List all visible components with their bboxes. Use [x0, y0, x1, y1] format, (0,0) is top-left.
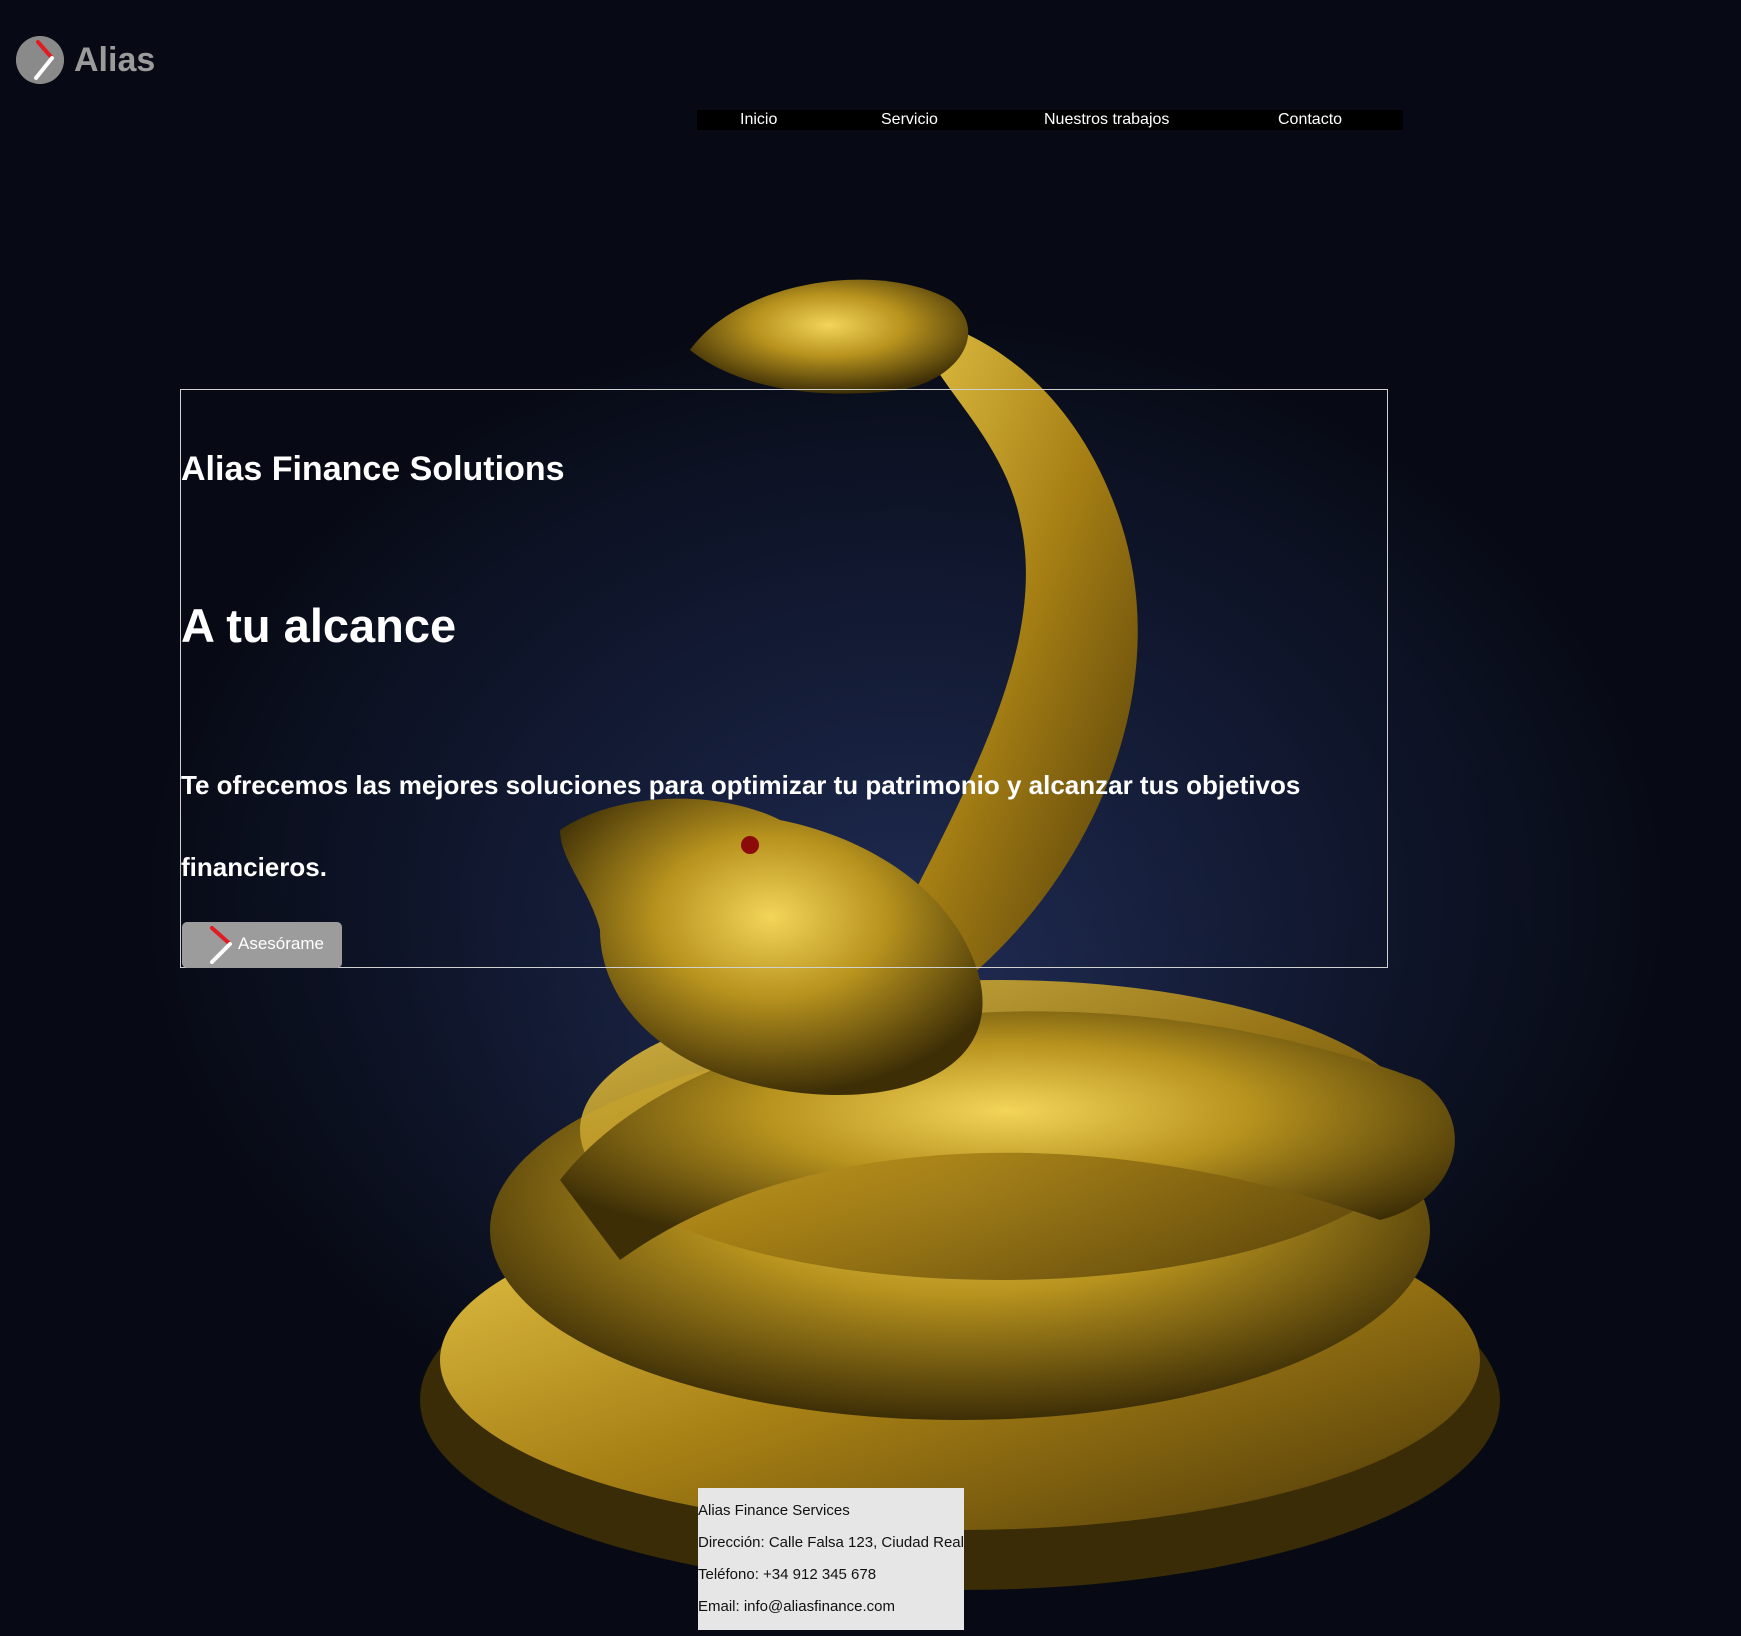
hero-description: Te ofrecemos las mejores soluciones para…	[181, 770, 1301, 882]
footer-address: Dirección: Calle Falsa 123, Ciudad Real	[698, 1534, 964, 1551]
logo-chevron-icon	[16, 36, 64, 84]
asesorame-button-label: Asesórame	[238, 934, 324, 953]
site-logo[interactable]: Alias	[16, 36, 155, 84]
hero-title: Alias Finance Solutions	[181, 450, 565, 488]
hero-heading: A tu alcance	[181, 599, 457, 652]
nav-item-nuestros-trabajos[interactable]: Nuestros trabajos	[1044, 111, 1169, 129]
footer-email: Email: info@aliasfinance.com	[698, 1598, 895, 1615]
asesorame-button[interactable]: Asesórame	[182, 922, 342, 968]
main-navigation: Inicio Servicio Nuestros trabajos Contac…	[697, 110, 1403, 130]
contact-info-card: Alias Finance Services Dirección: Calle …	[698, 1488, 964, 1630]
nav-item-contacto[interactable]: Contacto	[1278, 111, 1342, 129]
logo-text: Alias	[74, 40, 156, 79]
hero-section: Alias Finance Solutions A tu alcance Te …	[180, 389, 1388, 968]
footer-phone: Teléfono: +34 912 345 678	[698, 1566, 877, 1583]
footer-company: Alias Finance Services	[698, 1502, 850, 1519]
nav-item-inicio[interactable]: Inicio	[740, 111, 777, 129]
nav-item-servicio[interactable]: Servicio	[881, 111, 938, 129]
chevron-right-icon	[210, 926, 232, 964]
